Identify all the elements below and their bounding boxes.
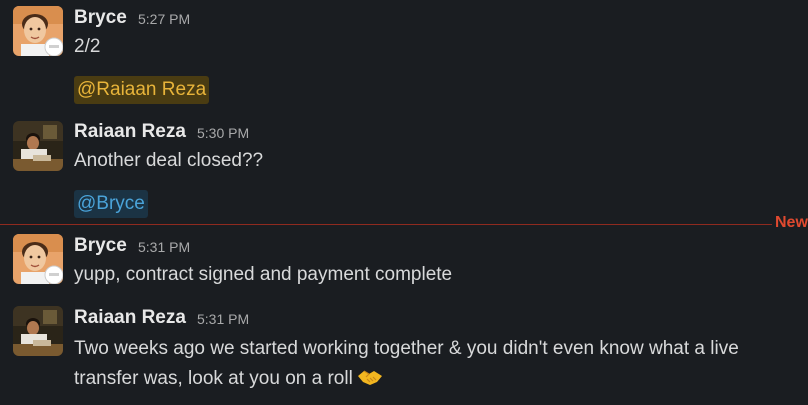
message-timestamp[interactable]: 5:27 PM xyxy=(138,11,190,27)
bryce-avatar[interactable] xyxy=(13,6,63,56)
message-text: Another deal closed?? xyxy=(74,150,264,171)
handshake-icon xyxy=(357,367,383,397)
raiaan-avatar[interactable] xyxy=(13,306,63,356)
new-messages-label: New xyxy=(775,214,808,231)
new-messages-divider xyxy=(0,224,772,225)
user-mention[interactable]: @Bryce xyxy=(74,190,148,218)
message-text-line-2: transfer was, look at you on a roll xyxy=(74,364,383,397)
author-name[interactable]: Bryce xyxy=(74,235,127,257)
author-name[interactable]: Raiaan Reza xyxy=(74,307,186,329)
message-timestamp[interactable]: 5:31 PM xyxy=(197,311,249,327)
raiaan-avatar[interactable] xyxy=(13,121,63,171)
message-text-line-1: Two weeks ago we started working togethe… xyxy=(74,338,739,359)
message-timestamp[interactable]: 5:31 PM xyxy=(138,239,190,255)
user-mention[interactable]: @Raiaan Reza xyxy=(74,76,210,104)
message-text: 2/2 xyxy=(74,36,101,57)
author-name[interactable]: Bryce xyxy=(74,7,127,29)
author-name[interactable]: Raiaan Reza xyxy=(74,121,186,143)
message-text-line-2-content: transfer was, look at you on a roll xyxy=(74,368,353,389)
bryce-avatar[interactable] xyxy=(13,234,63,284)
message-text: yupp, contract signed and payment comple… xyxy=(74,264,453,285)
message-timestamp[interactable]: 5:30 PM xyxy=(197,125,249,141)
